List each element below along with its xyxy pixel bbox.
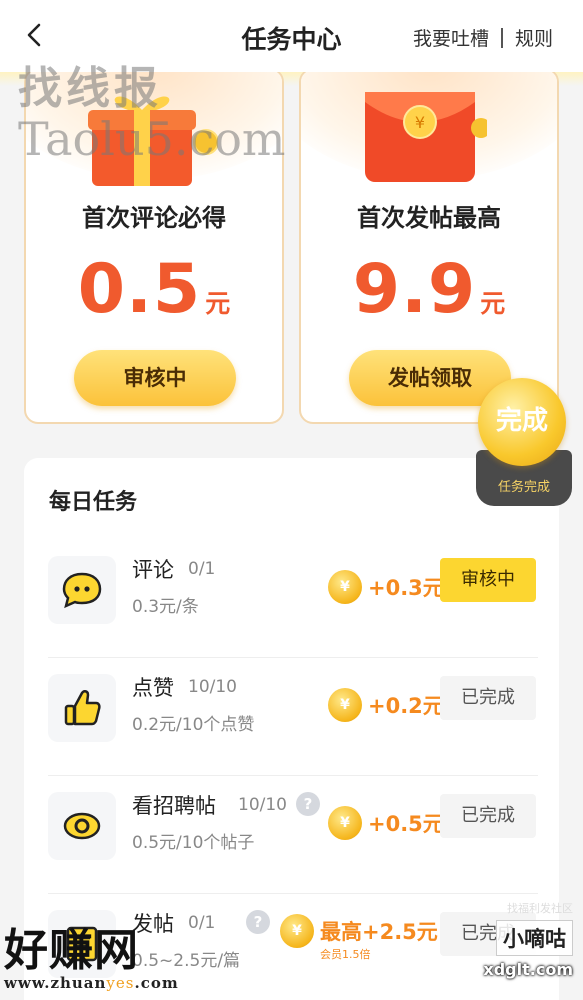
task-name: 评论: [132, 558, 174, 582]
coin-icon: ¥: [328, 570, 362, 604]
coin-icon: ¥: [328, 806, 362, 840]
task-name: 点赞: [132, 676, 174, 700]
task-row: 看招聘帖 10/10 ? 0.5元/10个帖子 ¥ +0.5元 已完成: [48, 776, 538, 894]
task-action-button[interactable]: 已完成: [440, 676, 536, 720]
reward-value: 最高+2.5元: [320, 920, 438, 944]
task-progress: 0/1: [188, 913, 216, 933]
reward-value: +0.3元: [368, 576, 444, 600]
header-links: 我要吐槽 规则: [413, 24, 553, 51]
chat-bubble-icon: [48, 556, 116, 624]
red-envelope-icon: ¥: [365, 92, 487, 182]
task-reward: ¥ +0.2元: [328, 688, 444, 722]
amount-value: 0.5: [77, 250, 202, 329]
help-icon[interactable]: ?: [296, 792, 320, 816]
svg-text:¥: ¥: [415, 113, 425, 132]
amount-unit: 元: [205, 289, 231, 318]
task-action-button[interactable]: 已完成: [440, 794, 536, 838]
watermark-box: 小嘀咕: [496, 920, 573, 956]
watermark-top: 找线报 Taolu5.com: [18, 52, 286, 166]
url-part: .com: [134, 974, 179, 992]
feedback-link[interactable]: 我要吐槽: [413, 24, 489, 51]
task-description: 0.5元/10个帖子: [132, 833, 255, 853]
watermark-url: www.zhuanyes.com: [4, 974, 179, 992]
rules-link[interactable]: 规则: [515, 24, 553, 51]
task-progress: 10/10: [238, 795, 287, 815]
watermark-line1: 找线报: [18, 63, 162, 114]
task-description: 0.3元/条: [132, 597, 199, 617]
url-part: www.zhuan: [4, 974, 107, 992]
section-title: 每日任务: [49, 490, 138, 515]
task-reward: ¥ +0.3元: [328, 570, 444, 604]
task-description: 0.2元/10个点赞: [132, 715, 255, 735]
task-progress: 0/1: [188, 559, 216, 579]
task-progress: 10/10: [188, 677, 237, 697]
reward-value: +0.2元: [368, 694, 444, 718]
task-name: 看招聘帖: [132, 794, 216, 818]
card-action-button[interactable]: 审核中: [74, 350, 236, 406]
task-reward: ¥ +0.5元: [328, 806, 444, 840]
task-action-button[interactable]: 审核中: [440, 558, 536, 602]
thumbs-up-icon: [48, 674, 116, 742]
task-row: 点赞 10/10 0.2元/10个点赞 ¥ +0.2元 已完成: [48, 658, 538, 776]
watermark-site: xdglt.com: [483, 960, 573, 979]
help-icon[interactable]: ?: [246, 910, 270, 934]
reward-amount: 0.5 元: [26, 250, 282, 329]
reward-value: +0.5元: [368, 812, 444, 836]
card-title: 首次发帖最高: [357, 204, 501, 232]
watermark-line2: Taolu5.com: [18, 112, 286, 166]
reward-amount: 9.9 元: [301, 250, 557, 329]
watermark-bottom-left: 好赚网 www.zhuanyes.com: [4, 914, 179, 992]
task-reward: ¥ 最高+2.5元: [280, 914, 438, 948]
coin-icon: ¥: [280, 914, 314, 948]
watermark-brand: 好赚网: [4, 925, 139, 976]
eye-icon: [48, 792, 116, 860]
amount-value: 9.9: [352, 250, 477, 329]
completion-badge[interactable]: 任务完成 完成: [470, 378, 574, 508]
header-divider: [500, 27, 503, 48]
amount-unit: 元: [480, 289, 506, 318]
vip-multiplier-note: 会员1.5倍: [320, 948, 371, 961]
url-part: yes: [106, 974, 135, 992]
card-title: 首次评论必得: [82, 204, 226, 232]
watermark-bottom-right: 找福利发社区 小嘀咕 xdglt.com: [483, 900, 573, 979]
watermark-small-text: 找福利发社区: [507, 902, 573, 915]
first-post-card: ¥ 首次发帖最高 9.9 元 发帖领取: [299, 68, 559, 424]
task-row: 评论 0/1 0.3元/条 ¥ +0.3元 审核中: [48, 540, 538, 658]
completion-coin-icon: 完成: [478, 378, 566, 466]
coin-icon: ¥: [328, 688, 362, 722]
